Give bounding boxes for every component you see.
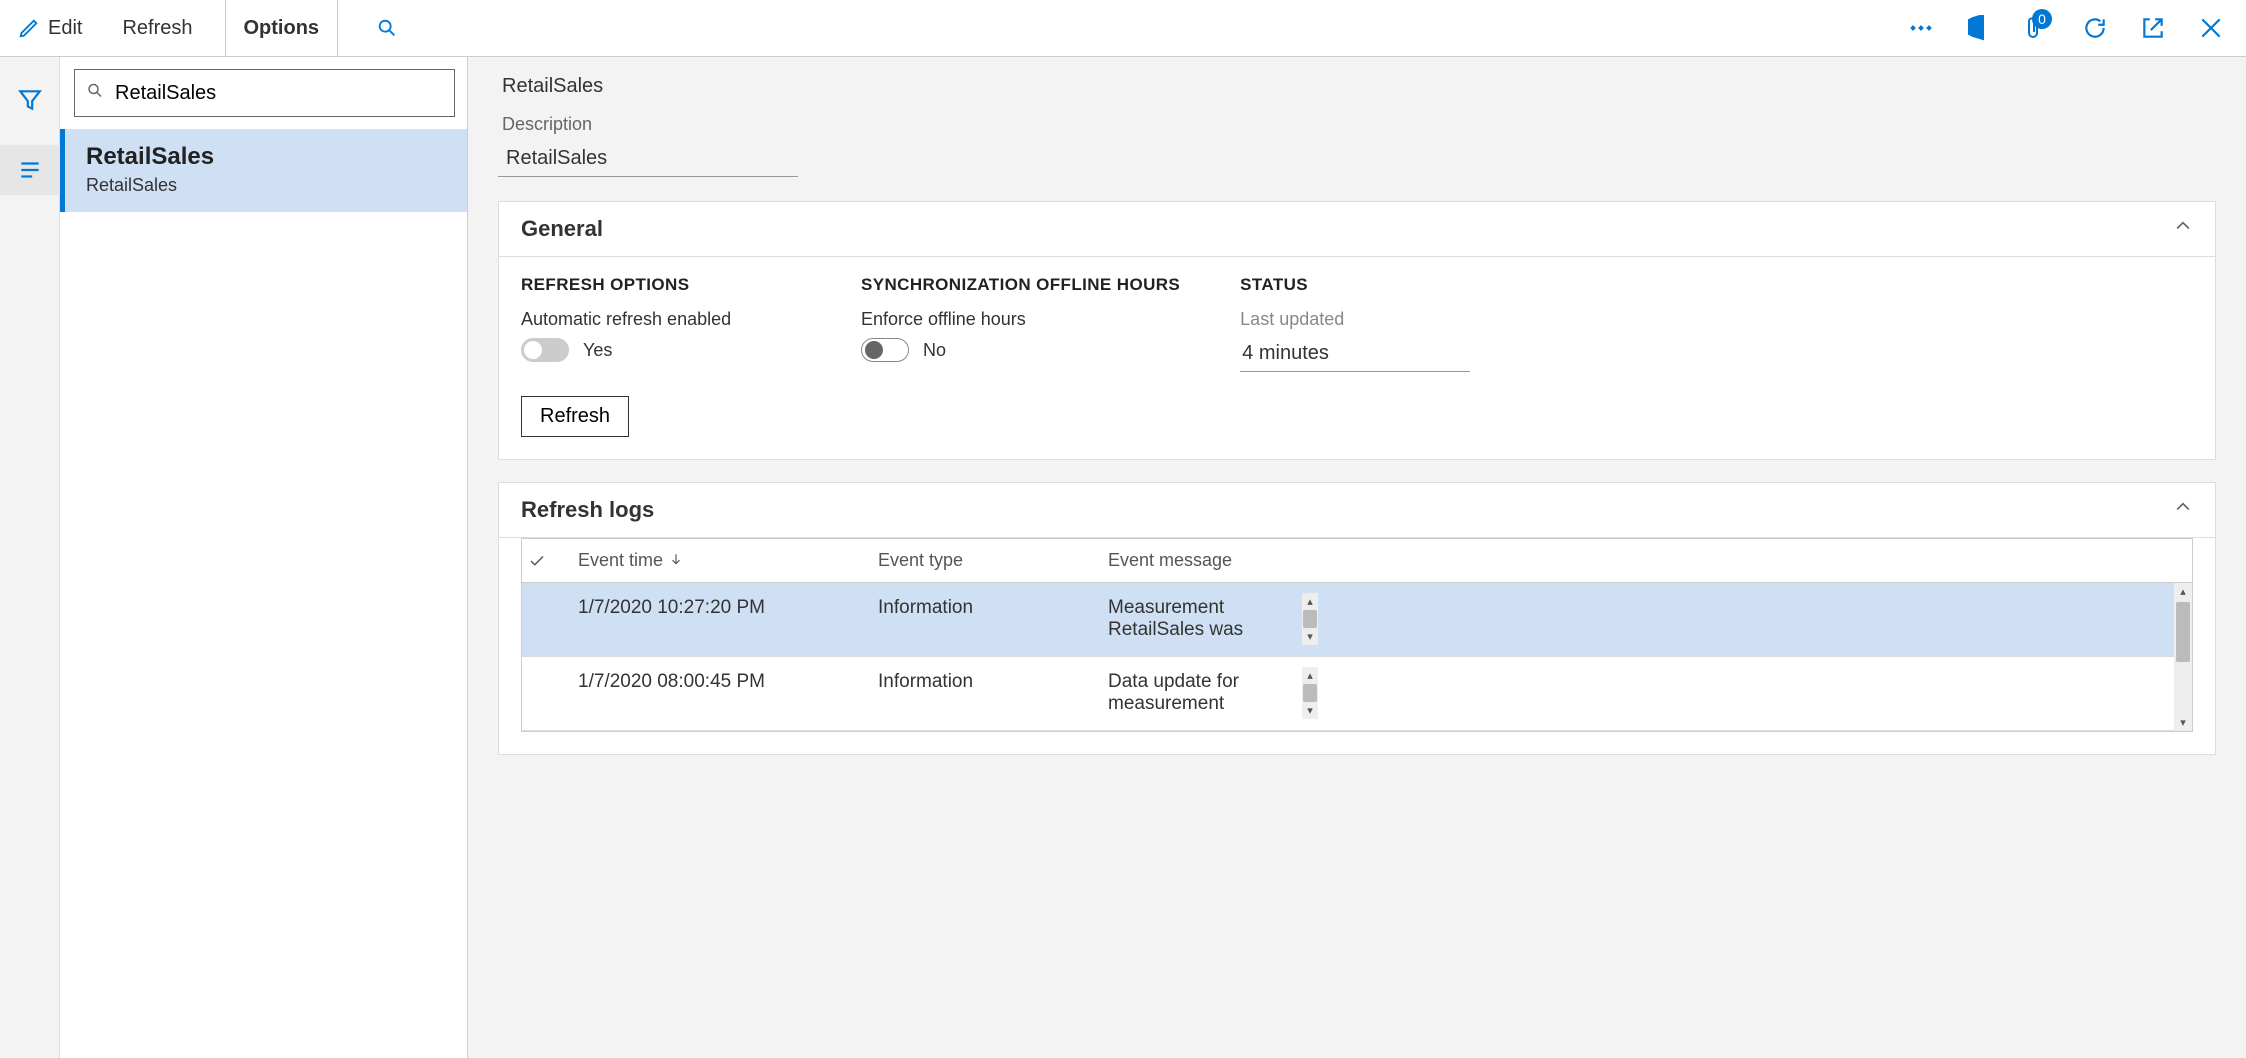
attachments-badge: 0 [2032,9,2052,29]
log-grid: Event time Event type Event message 1/7/… [521,538,2193,732]
general-body: REFRESH OPTIONS Automatic refresh enable… [499,256,2215,459]
search-wrap [60,57,467,129]
enforce-offline-label: Enforce offline hours [861,309,1180,330]
search-toolbar-button[interactable] [362,0,406,56]
refresh-logs-title: Refresh logs [521,497,654,523]
refresh-toolbar-label: Refresh [122,17,192,40]
scroll-up-icon[interactable]: ▴ [1307,667,1313,684]
event-type-column[interactable]: Event type [872,550,1102,571]
chevron-up-icon [2173,497,2193,523]
top-toolbar: Edit Refresh Options 0 [0,0,2246,57]
scroll-up-icon[interactable]: ▴ [2180,583,2186,600]
edit-button[interactable]: Edit [10,0,90,56]
scroll-down-icon[interactable]: ▾ [2180,714,2186,731]
options-label: Options [244,17,320,40]
list-icon[interactable] [0,145,60,195]
search-input[interactable] [74,69,455,117]
row-scrollbar[interactable]: ▴ ▾ [1302,593,1318,645]
filter-icon[interactable] [0,75,60,125]
sync-offline-label: SYNCHRONIZATION OFFLINE HOURS [861,275,1180,295]
event-time-column[interactable]: Event time [572,550,872,571]
search-input-icon [86,82,104,105]
event-message-column[interactable]: Event message [1102,550,1302,571]
description-field[interactable] [498,141,798,177]
enforce-offline-value: No [923,340,946,361]
log-message: Measurement RetailSales was [1102,593,1302,645]
log-type: Information [872,667,1102,697]
auto-refresh-value: Yes [583,340,612,361]
pencil-icon [18,17,40,39]
log-type: Information [872,593,1102,623]
last-updated-label: Last updated [1240,309,1520,330]
chevron-up-icon [2173,216,2193,242]
enforce-offline-toggle[interactable] [861,338,909,362]
log-header-row: Event time Event type Event message [522,539,2192,583]
popout-icon[interactable] [2138,13,2168,43]
attachments-icon[interactable]: 0 [2022,13,2052,43]
status-section-label: STATUS [1240,275,1520,295]
search-icon [376,17,398,39]
scroll-up-icon[interactable]: ▴ [1307,593,1313,610]
refresh-logs-header[interactable]: Refresh logs [499,483,2215,537]
grid-scrollbar[interactable]: ▴ ▾ [2174,583,2192,731]
auto-refresh-toggle[interactable] [521,338,569,362]
refresh-options-label: REFRESH OPTIONS [521,275,801,295]
left-iconbar [0,57,60,1058]
detail-panel: RetailSales Description General REFRESH … [468,57,2246,1058]
refresh-logs-card: Refresh logs Event time [498,482,2216,755]
last-updated-value: 4 minutes [1240,336,1470,372]
toolbar-left: Edit Refresh Options [10,0,406,56]
list-panel: RetailSales RetailSales [60,57,468,1058]
auto-refresh-label: Automatic refresh enabled [521,309,801,330]
list-item-title: RetailSales [86,143,447,171]
close-icon[interactable] [2196,13,2226,43]
row-scrollbar[interactable]: ▴ ▾ [1302,667,1318,719]
refresh-toolbar-button[interactable]: Refresh [114,0,200,56]
refresh-logs-body: Event time Event type Event message 1/7/… [499,537,2215,754]
scroll-down-icon[interactable]: ▾ [1307,628,1313,645]
page-title: RetailSales [498,75,2216,98]
general-title: General [521,216,603,242]
options-button[interactable]: Options [225,0,339,56]
general-header[interactable]: General [499,202,2215,256]
scroll-down-icon[interactable]: ▾ [1307,702,1313,719]
app-grid-icon[interactable] [1906,13,1936,43]
log-message: Data update for measurement [1102,667,1302,719]
list-item-subtitle: RetailSales [86,175,447,196]
log-time: 1/7/2020 08:00:45 PM [572,667,872,697]
toolbar-right: 0 [1906,13,2236,43]
log-row[interactable]: 1/7/2020 10:27:20 PM Information Measure… [522,583,2192,657]
list-item[interactable]: RetailSales RetailSales [60,129,467,212]
select-all-column[interactable] [522,552,572,570]
main-area: RetailSales RetailSales RetailSales Desc… [0,57,2246,1058]
refresh-button[interactable]: Refresh [521,396,629,437]
sort-desc-icon [669,550,683,571]
edit-label: Edit [48,17,82,40]
reload-icon[interactable] [2080,13,2110,43]
log-time: 1/7/2020 10:27:20 PM [572,593,872,623]
office-icon[interactable] [1964,13,1994,43]
log-row[interactable]: 1/7/2020 08:00:45 PM Information Data up… [522,657,2192,731]
description-label: Description [498,114,2216,135]
general-card: General REFRESH OPTIONS Automatic refres… [498,201,2216,460]
